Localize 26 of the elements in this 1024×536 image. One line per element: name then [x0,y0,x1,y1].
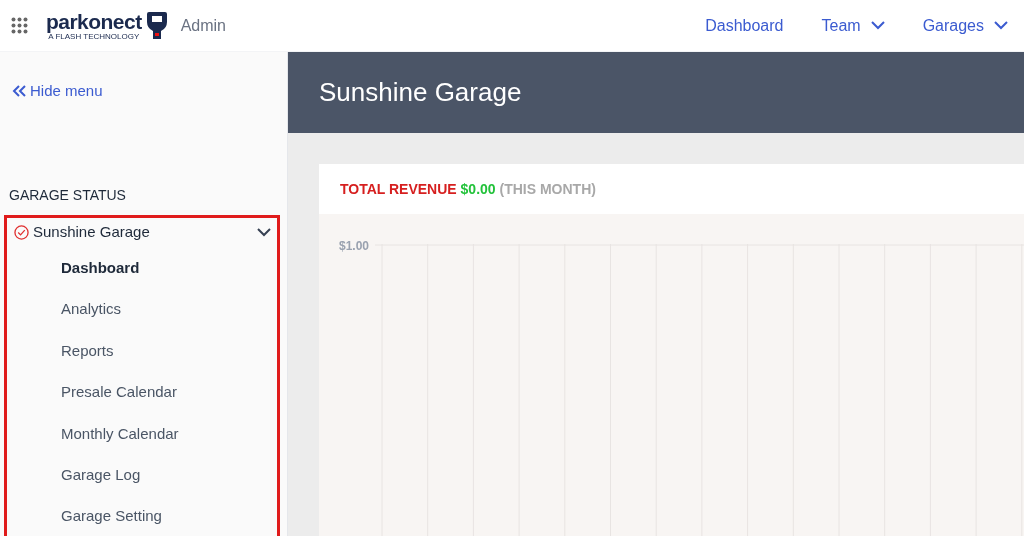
submenu-item[interactable]: Presale Calendar [61,371,277,414]
submenu-item[interactable]: Reports [61,330,277,372]
double-chevron-left-icon [12,85,26,98]
chevron-down-icon [257,228,271,237]
y-axis-label: $1.00 [339,238,370,255]
submenu-item[interactable]: Analytics [61,288,277,331]
nav-link[interactable]: Dashboard [705,13,784,38]
submenu-item[interactable]: Monthly Calendar [61,413,277,455]
logo-icon [145,10,168,41]
role-label: Admin [180,15,226,36]
logo-tagline: A FLASH TECHNOLOGY [48,32,140,41]
hide-menu-link[interactable]: Hide menu [12,80,287,103]
check-circle-icon [14,225,29,240]
submenu-item[interactable]: Garage Setting [61,495,277,536]
submenu-item[interactable]: Garage Log [61,454,277,496]
chevron-down-icon [994,21,1008,30]
logo-wordmark: parkonect [46,10,142,32]
nav-link[interactable]: Team [821,13,885,38]
nav-link[interactable]: Garages [922,13,1008,38]
section-heading: GARAGE STATUS [9,185,127,205]
apps-grid-icon[interactable] [11,17,28,34]
garage-menu-item[interactable]: Sunshine Garage [7,217,277,248]
submenu-item[interactable]: Dashboard [61,247,277,289]
page-title: Sunshine Garage [319,76,522,109]
chevron-down-icon [870,21,885,30]
revenue-summary: TOTAL REVENUE $0.00 (THIS MONTH) [340,179,596,199]
